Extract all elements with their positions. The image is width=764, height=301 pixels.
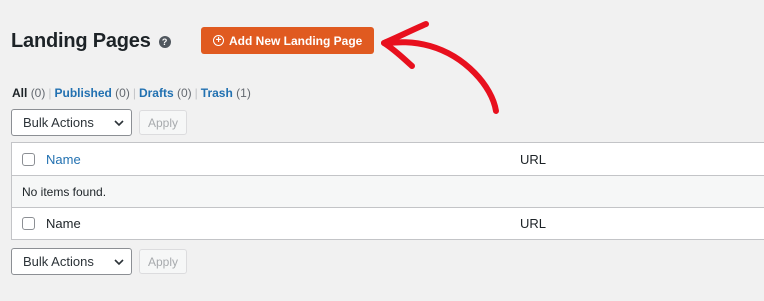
table-footer-row: Name URL (12, 207, 764, 239)
apply-button-bottom[interactable]: Apply (139, 249, 188, 274)
bulk-actions-top: Bulk Actions Apply (11, 109, 188, 136)
apply-button[interactable]: Apply (139, 110, 188, 135)
chevron-down-icon (114, 258, 124, 265)
add-button-label: Add New Landing Page (229, 33, 363, 48)
filter-all[interactable]: All (0) (12, 86, 45, 100)
select-all-checkbox[interactable] (22, 152, 35, 166)
name-column-footer: Name (46, 216, 81, 231)
filter-drafts[interactable]: Drafts (139, 86, 174, 100)
bulk-actions-label-bottom: Bulk Actions (23, 254, 94, 269)
filter-published[interactable]: Published (54, 86, 111, 100)
arrow-head-lower (381, 40, 415, 69)
bulk-actions-bottom: Bulk Actions Apply (11, 248, 188, 275)
chevron-down-icon (114, 119, 124, 126)
bulk-actions-select[interactable]: Bulk Actions (11, 109, 132, 136)
page-title: Landing Pages (11, 29, 151, 52)
add-new-landing-page-button[interactable]: + Add New Landing Page (201, 27, 375, 54)
landing-pages-table: Name URL No items found. Name URL (11, 142, 764, 240)
url-column-header: URL (520, 151, 547, 167)
no-items-message: No items found. (22, 184, 107, 199)
table-header-row: Name URL (12, 143, 764, 176)
plus-circle-icon: + (213, 35, 224, 46)
select-all-checkbox-footer[interactable] (22, 217, 35, 230)
help-icon[interactable]: ? (158, 35, 171, 48)
annotation-arrow-icon (381, 21, 499, 114)
filter-trash[interactable]: Trash (201, 86, 233, 100)
status-filters: All (0) | Published (0) | Drafts (0) | Trash (… (12, 86, 251, 100)
url-column-footer: URL (520, 216, 547, 231)
empty-row: No items found. (12, 176, 764, 207)
bulk-actions-label: Bulk Actions (23, 115, 94, 130)
page-header: Landing Pages ? (11, 26, 171, 56)
bulk-actions-select-bottom[interactable]: Bulk Actions (11, 248, 132, 275)
name-column-header[interactable]: Name (46, 152, 81, 167)
arrow-shaft (383, 39, 499, 114)
